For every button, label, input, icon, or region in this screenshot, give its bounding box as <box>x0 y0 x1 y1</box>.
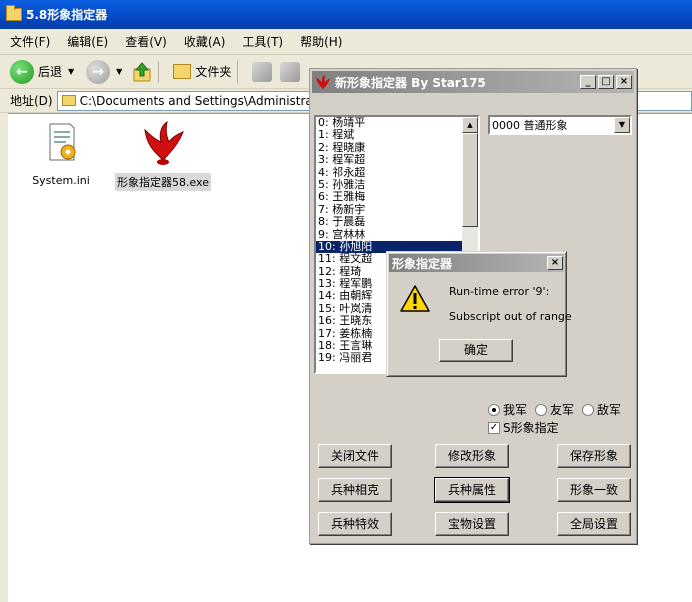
toolbar-separator <box>237 60 239 83</box>
error-message-line2: Subscript out of range <box>449 310 572 323</box>
menu-bar: 文件(F) 编辑(E) 查看(V) 收藏(A) 工具(T) 帮助(H) <box>0 29 692 55</box>
menu-tools[interactable]: 工具(T) <box>242 33 283 50</box>
address-folder-icon <box>61 95 76 106</box>
close-icon[interactable]: × <box>547 256 563 270</box>
scroll-up-icon[interactable]: ▲ <box>462 117 478 133</box>
forward-dropdown-icon[interactable]: ▼ <box>116 67 122 76</box>
app-title: 新形象指定器 By Star175 <box>335 75 486 90</box>
dialog-titlebar[interactable]: 形象指定器 × <box>389 254 564 272</box>
window-controls: _ □ × <box>578 75 632 89</box>
menu-edit[interactable]: 编辑(E) <box>67 33 108 50</box>
menu-view[interactable]: 查看(V) <box>125 33 167 50</box>
folders-icon <box>173 64 192 79</box>
global-settings-button[interactable]: 全局设置 <box>557 512 631 536</box>
folder-up-icon[interactable] <box>132 61 152 83</box>
explorer-titlebar[interactable]: 5.8形象指定器 <box>0 0 692 29</box>
back-arrow-icon[interactable]: ← <box>10 59 34 84</box>
close-icon[interactable]: × <box>616 75 632 89</box>
modify-image-button[interactable]: 修改形象 <box>435 444 509 468</box>
radio-label: 我军 <box>503 403 528 417</box>
radio-allied-army[interactable] <box>535 403 548 416</box>
unit-effects-button[interactable]: 兵种特效 <box>318 512 392 536</box>
list-item[interactable]: 1: 程斌 <box>316 128 478 141</box>
file-item-exe[interactable]: 形象指定器58.exe <box>112 120 214 191</box>
file-name: 形象指定器58.exe <box>114 173 211 191</box>
image-select-value: 0000 普通形象 <box>492 119 568 132</box>
phoenix-app-icon <box>144 120 184 165</box>
folder-icon <box>6 5 22 21</box>
save-image-button[interactable]: 保存形象 <box>557 444 631 468</box>
app-titlebar[interactable]: 新形象指定器 By Star175 _ □ × <box>312 71 634 93</box>
chevron-down-icon[interactable]: ▼ <box>614 117 630 133</box>
list-item[interactable]: 8: 于晨磊 <box>316 215 478 228</box>
error-dialog: 形象指定器 × Run-time error '9': Subscript ou… <box>386 251 572 377</box>
dialog-title: 形象指定器 <box>392 256 453 271</box>
image-consistent-button[interactable]: 形象一致 <box>557 478 631 502</box>
maximize-icon[interactable]: □ <box>598 75 614 89</box>
menu-file[interactable]: 文件(F) <box>10 33 50 50</box>
menu-help[interactable]: 帮助(H) <box>300 33 342 50</box>
unit-counter-button[interactable]: 兵种相克 <box>318 478 392 502</box>
file-name: System.ini <box>32 174 90 187</box>
copy-to-icon[interactable] <box>280 61 301 82</box>
phoenix-app-icon <box>316 75 330 89</box>
list-item[interactable]: 3: 程军超 <box>316 153 478 166</box>
radio-label: 友军 <box>550 403 575 417</box>
back-button-label[interactable]: 后退 <box>38 63 62 80</box>
unit-attributes-button[interactable]: 兵种属性 <box>434 477 510 503</box>
list-item[interactable]: 6: 王雅梅 <box>316 190 478 203</box>
menu-favorites[interactable]: 收藏(A) <box>184 33 226 50</box>
s-image-checkbox[interactable]: ✓ <box>488 421 500 434</box>
radio-enemy-army[interactable] <box>582 403 595 416</box>
minimize-icon[interactable]: _ <box>580 75 596 89</box>
forward-arrow-icon[interactable]: → <box>86 59 111 84</box>
back-dropdown-icon[interactable]: ▼ <box>68 67 74 76</box>
image-select[interactable]: 0000 普通形象 ▼ <box>488 115 632 135</box>
checkbox-label: S形象指定 <box>503 421 559 435</box>
folders-label: 文件夹 <box>195 65 232 79</box>
explorer-title: 5.8形象指定器 <box>26 8 108 22</box>
s-image-checkbox-row: ✓ S形象指定 <box>488 419 559 436</box>
error-message-line1: Run-time error '9': <box>449 285 550 298</box>
address-label: 地址(D) <box>10 94 53 108</box>
toolbar-separator <box>158 60 160 83</box>
ini-settings-icon <box>49 123 76 161</box>
radio-our-army[interactable] <box>488 403 500 416</box>
scroll-thumb[interactable] <box>462 133 478 227</box>
side-radio-group: 我军 友军 敌军 <box>488 401 629 418</box>
folders-button[interactable]: 文件夹 <box>173 63 231 80</box>
radio-label: 敌军 <box>597 403 622 417</box>
file-item-system-ini[interactable]: System.ini <box>28 120 94 188</box>
warning-icon <box>400 285 430 312</box>
close-file-button[interactable]: 关闭文件 <box>318 444 392 468</box>
move-to-icon[interactable] <box>252 61 273 82</box>
ok-button[interactable]: 确定 <box>439 339 513 362</box>
treasure-settings-button[interactable]: 宝物设置 <box>435 512 509 536</box>
